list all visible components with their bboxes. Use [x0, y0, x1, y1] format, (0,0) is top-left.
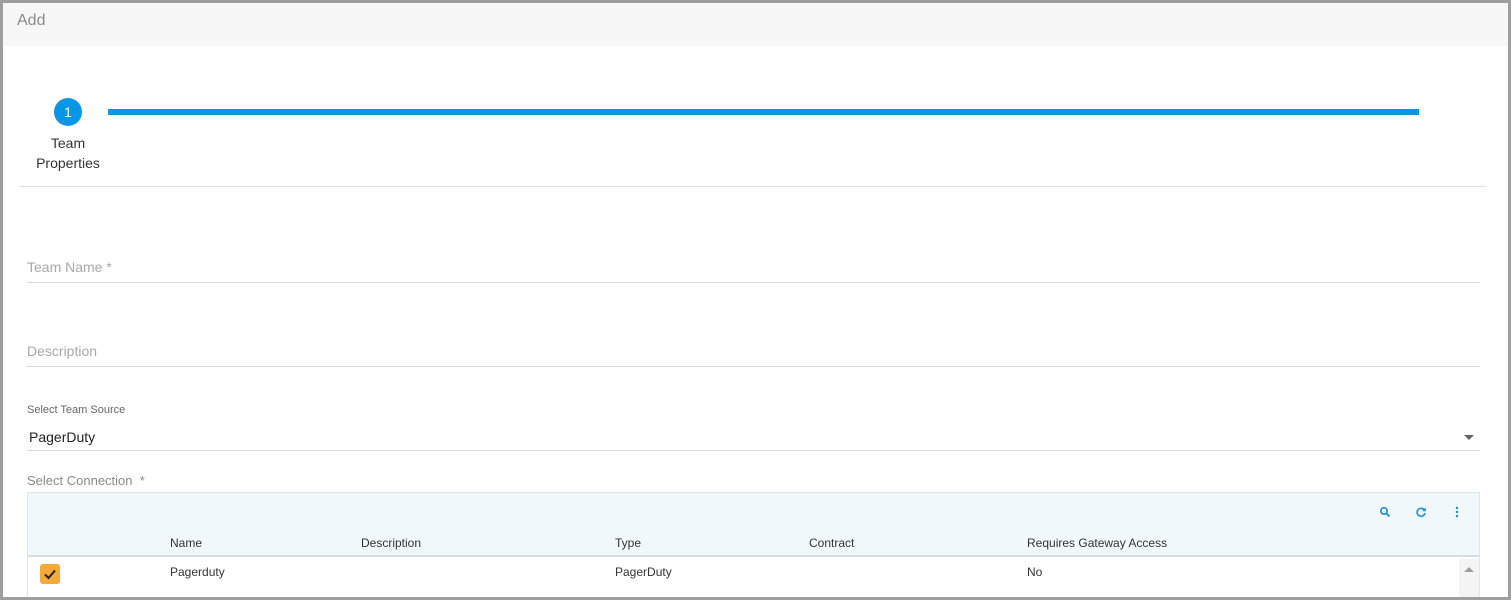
team-name-placeholder: Team Name * — [27, 259, 112, 275]
column-header-description[interactable]: Description — [361, 536, 421, 550]
column-header-contract[interactable]: Contract — [809, 536, 854, 550]
grid-toolbar — [28, 493, 1479, 529]
row-checkbox[interactable] — [40, 564, 60, 584]
grid-scrollbar[interactable] — [1459, 559, 1479, 597]
team-source-select[interactable]: PagerDuty — [27, 427, 1480, 451]
grid-header-row: Name Description Type Contract Requires … — [28, 529, 1479, 557]
search-icon[interactable] — [1378, 505, 1392, 519]
step-1-label: Team Properties — [36, 135, 100, 171]
cell-name: Pagerduty — [170, 565, 225, 579]
column-header-name[interactable]: Name — [170, 536, 202, 550]
step-1-indicator[interactable]: 1 — [54, 98, 82, 126]
description-placeholder: Description — [27, 343, 98, 359]
more-vert-icon[interactable] — [1450, 505, 1464, 519]
stepper-divider — [19, 186, 1487, 187]
scroll-up-arrow-icon[interactable] — [1464, 567, 1474, 572]
stepper-progress-bar — [108, 109, 1419, 115]
select-connection-label: Select Connection * — [27, 473, 145, 488]
team-name-field[interactable]: Team Name * — [27, 259, 1480, 283]
dialog-title: Add — [17, 12, 46, 29]
refresh-icon[interactable] — [1414, 505, 1428, 519]
check-icon — [44, 569, 56, 580]
caret-down-icon[interactable] — [1464, 435, 1474, 440]
team-source-label: Select Team Source — [27, 404, 126, 416]
dialog-header: Add — [3, 3, 1508, 46]
connection-grid: Name Description Type Contract Requires … — [27, 492, 1480, 597]
column-header-requires-gateway-access[interactable]: Requires Gateway Access — [1027, 536, 1167, 550]
add-team-dialog: Add 1 Team Properties Team Name * Descri… — [0, 0, 1511, 600]
cell-requires-gateway-access: No — [1027, 565, 1043, 579]
description-field[interactable]: Description — [27, 343, 1480, 367]
column-header-type[interactable]: Type — [615, 536, 641, 550]
cell-type: PagerDuty — [615, 565, 672, 579]
table-row[interactable]: Pagerduty PagerDuty No — [28, 559, 1458, 587]
team-source-value: PagerDuty — [29, 429, 96, 445]
